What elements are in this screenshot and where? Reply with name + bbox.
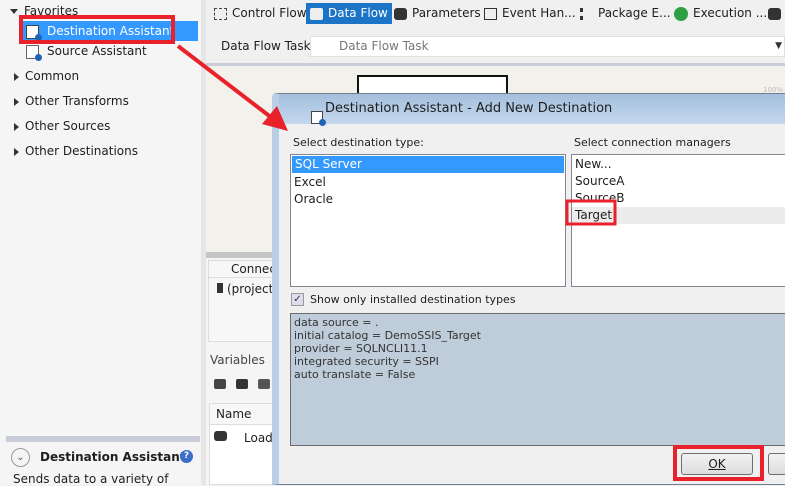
list-item-excel[interactable]: Excel	[291, 174, 565, 191]
variable-toolbar	[214, 379, 274, 391]
variable-row[interactable]: Load	[210, 425, 275, 451]
label: Data Flow	[328, 6, 388, 20]
label: Other Transforms	[25, 94, 129, 108]
divider	[6, 436, 200, 442]
connection-managers-label: Select connection managers	[574, 136, 731, 149]
event-handlers-icon	[484, 7, 497, 20]
list-item-new[interactable]: New...	[572, 156, 785, 173]
help-icon[interactable]: ?	[180, 450, 193, 463]
destination-assistant-icon	[311, 111, 326, 126]
name-column-header[interactable]: Name	[210, 404, 275, 425]
parameters-icon	[394, 7, 407, 20]
source-assistant-icon	[26, 44, 42, 61]
label: Common	[25, 69, 80, 83]
destination-assistant-dialog: Destination Assistant - Add New Destinat…	[272, 93, 785, 485]
destination-type-label: Select destination type:	[293, 136, 424, 149]
destination-type-list[interactable]: SQL Server Excel Oracle	[290, 154, 566, 287]
toolbox-item-destination-assistant[interactable]: Destination Assistant	[20, 21, 198, 41]
data-flow-icon	[310, 7, 323, 20]
expand-icon	[14, 72, 19, 81]
label: Favorites	[24, 4, 79, 18]
tab-control-flow[interactable]: Control Flow	[210, 3, 311, 24]
label: Execution ...	[693, 6, 768, 20]
installed-types-checkbox[interactable]: ✓	[291, 293, 304, 306]
ok-button[interactable]: OK	[681, 453, 753, 475]
connection-icon	[217, 283, 223, 293]
variables-panel: Variables Name Load	[206, 345, 276, 485]
list-item-sql-server[interactable]: SQL Server	[292, 156, 564, 173]
tree-other-sources[interactable]: Other Sources	[14, 116, 110, 136]
dialog-title: Destination Assistant - Add New Destinat…	[325, 101, 613, 116]
info-line: integrated security = SSPI	[294, 355, 439, 368]
list-item-target[interactable]: Target	[572, 207, 785, 224]
tab-data-flow[interactable]: Data Flow	[306, 3, 392, 24]
list-item-oracle[interactable]: Oracle	[291, 191, 565, 208]
tab-package-explorer[interactable]: Package E...	[576, 3, 675, 24]
connection-info-box: data source = . initial catalog = DemoSS…	[290, 313, 785, 446]
tree-common[interactable]: Common	[14, 66, 79, 86]
tab-parameters[interactable]: Parameters	[390, 3, 485, 24]
checkbox-label: Show only installed destination types	[310, 293, 516, 306]
label: Event Han...	[502, 6, 576, 20]
label: Destination Assistant	[47, 24, 175, 38]
label: Other Sources	[25, 119, 111, 133]
task-label: Data Flow Task:	[221, 39, 315, 53]
info-line: auto translate = False	[294, 368, 416, 381]
info-line: data source = .	[294, 316, 379, 329]
dialog-title-bar[interactable]: Destination Assistant - Add New Destinat…	[279, 94, 785, 126]
play-icon	[674, 6, 688, 21]
package-explorer-icon	[580, 7, 593, 20]
variables-title: Variables	[210, 353, 265, 367]
dropdown-arrow-icon: ▼	[775, 41, 782, 51]
label: Parameters	[412, 6, 481, 20]
task-value: Data Flow Task	[339, 39, 429, 53]
label: Control Flow	[232, 6, 307, 20]
connections-header: Connect	[209, 261, 281, 278]
task-row: Data Flow Task: Data Flow Task ▼	[206, 34, 785, 58]
expand-icon	[14, 122, 19, 131]
add-variable-icon[interactable]	[214, 379, 226, 389]
expand-icon	[10, 9, 18, 14]
label: (project)	[227, 282, 279, 296]
control-flow-icon	[214, 7, 227, 20]
label: Package E...	[598, 6, 671, 20]
tree-other-transforms[interactable]: Other Transforms	[14, 91, 129, 111]
connection-managers-list[interactable]: New... SourceA SourceB Target	[571, 154, 785, 287]
list-item-sourceb[interactable]: SourceB	[572, 190, 785, 207]
info-line: initial catalog = DemoSSIS_Target	[294, 329, 481, 342]
delete-variable-icon[interactable]	[258, 379, 270, 389]
connection-managers-panel: Connect (project)	[206, 252, 281, 345]
info-description: Sends data to a variety of	[13, 472, 169, 486]
designer-tabs: Control Flow Data Flow Parameters Event …	[206, 0, 785, 28]
list-item-sourcea[interactable]: SourceA	[572, 173, 785, 190]
variable-icon	[214, 431, 227, 441]
info-title: Destination Assistant	[40, 450, 186, 464]
toolbox-item-source-assistant[interactable]: Source Assistant	[26, 41, 147, 61]
label: Other Destinations	[25, 144, 138, 158]
destination-assistant-icon	[26, 24, 42, 41]
collapse-icon[interactable]: ⌄	[11, 448, 30, 467]
tab-event-handlers[interactable]: Event Han...	[480, 3, 580, 24]
package-icon	[768, 7, 781, 20]
label: Source Assistant	[47, 44, 147, 58]
info-line: provider = SQLNCLI11.1	[294, 342, 428, 355]
tab-execution-results[interactable]: Execution ...	[670, 3, 771, 24]
ssis-toolbox: Favorites Destination Assistant Source A…	[0, 0, 201, 486]
label: Load	[244, 431, 273, 445]
task-combobox[interactable]: Data Flow Task ▼	[310, 36, 785, 57]
expand-icon	[14, 97, 19, 106]
cancel-button[interactable]	[768, 453, 785, 475]
connection-item[interactable]: (project)	[209, 278, 279, 296]
tab-more[interactable]	[764, 3, 785, 24]
tree-favorites[interactable]: Favorites	[10, 1, 78, 21]
expand-icon	[14, 147, 19, 156]
move-variable-icon[interactable]	[236, 379, 248, 389]
tree-other-destinations[interactable]: Other Destinations	[14, 141, 138, 161]
